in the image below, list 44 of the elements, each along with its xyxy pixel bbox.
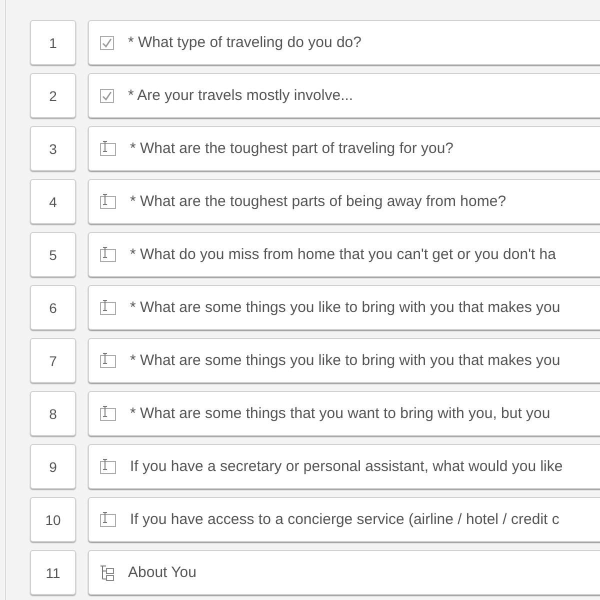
checkbox-icon [100, 36, 114, 50]
question-text: * What are the toughest parts of being away from home? [130, 193, 506, 210]
text-field-icon [100, 406, 116, 421]
question-number: 4 [30, 179, 76, 224]
text-field-icon [100, 141, 116, 156]
text-field-icon [100, 300, 116, 315]
text-field-icon [100, 353, 116, 368]
question-card[interactable]: * What are the toughest parts of being away from home? [88, 179, 600, 224]
text-field-icon [100, 512, 116, 527]
question-number: 7 [30, 338, 76, 383]
question-card[interactable]: If you have access to a concierge service (airline / hotel / credit c [88, 497, 600, 542]
question-card[interactable]: * What are the toughest part of traveling for you? [88, 126, 600, 171]
question-number: 1 [30, 20, 76, 65]
question-number: 10 [30, 497, 76, 542]
question-number: 8 [30, 391, 76, 436]
question-text: * What are the toughest part of traveling for you? [130, 140, 454, 157]
tree-icon [100, 564, 114, 580]
question-card[interactable]: * What type of traveling do you do? [88, 20, 600, 65]
question-number: 2 [30, 73, 76, 118]
question-text: * Are your travels mostly involve... [128, 87, 354, 104]
question-card[interactable]: * What are some things that you want to bring with you, but you [88, 391, 600, 436]
text-field-icon [100, 459, 116, 474]
question-text: * What are some things you like to bring with you that makes you [130, 299, 560, 316]
question-card[interactable]: About You [88, 550, 600, 595]
question-text: * What are some things you like to bring with you that makes you [130, 352, 560, 369]
question-number: 3 [30, 126, 76, 171]
question-card[interactable]: * Are your travels mostly involve... [88, 73, 600, 118]
question-number: 6 [30, 285, 76, 330]
text-field-icon [100, 194, 116, 209]
question-card[interactable]: * What are some things you like to bring with you that makes you [88, 338, 600, 383]
question-card[interactable]: If you have a secretary or personal assistant, what would you like [88, 444, 600, 489]
question-number: 9 [30, 444, 76, 489]
question-text: * What are some things that you want to bring with you, but you [130, 405, 550, 422]
question-text: If you have a secretary or personal assistant, what would you like [130, 458, 563, 475]
question-number: 5 [30, 232, 76, 277]
checkbox-icon [100, 88, 114, 102]
question-text: About You [128, 564, 196, 581]
question-text: If you have access to a concierge service (airline / hotel / credit c [130, 511, 560, 528]
question-text: * What do you miss from home that you can't get or you don't ha [130, 246, 556, 263]
question-number: 11 [30, 550, 76, 595]
question-text: * What type of traveling do you do? [128, 34, 362, 51]
question-card[interactable]: * What are some things you like to bring with you that makes you [88, 285, 600, 330]
text-field-icon [100, 247, 116, 262]
question-card[interactable]: * What do you miss from home that you can't get or you don't ha [88, 232, 600, 277]
